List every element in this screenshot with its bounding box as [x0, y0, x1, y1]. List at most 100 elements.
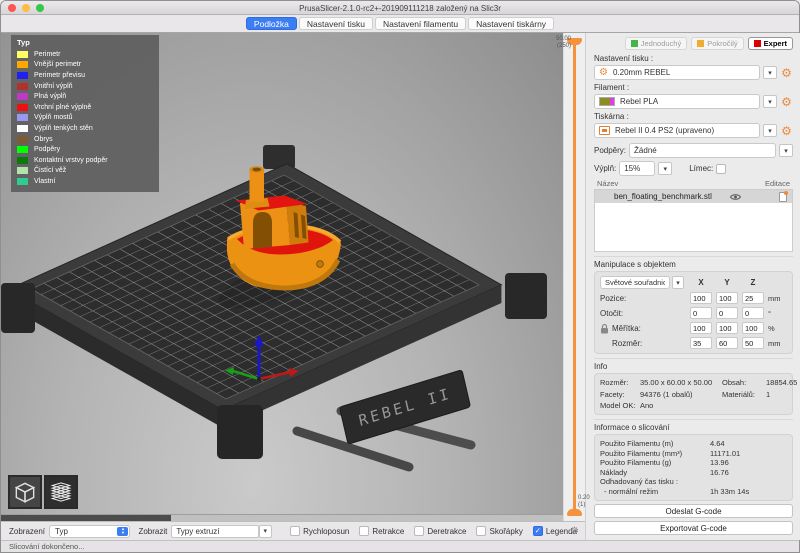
legend-item: Čistící věž	[17, 166, 153, 177]
printer-gear-button[interactable]: ⚙	[780, 125, 793, 137]
send-gcode-button[interactable]: Odeslat G-code	[594, 504, 793, 518]
unretractions-label: Deretrakce	[427, 527, 466, 536]
position-x-input[interactable]	[690, 292, 712, 304]
mode-expert-button[interactable]: Expert	[748, 37, 793, 50]
rotate-x-input[interactable]	[690, 307, 712, 319]
edit-column-header: Editace	[765, 179, 790, 188]
benchy-porthole	[317, 261, 324, 268]
color-chip	[17, 167, 28, 174]
object-list: ben_floating_benchmark.stl	[594, 189, 793, 252]
app-window: PrusaSlicer-2.1.0-rc2+-201909111218 zalo…	[0, 0, 800, 553]
scale-y-input[interactable]	[716, 322, 738, 334]
infill-label: Výplň:	[594, 164, 616, 173]
scale-x-input[interactable]	[690, 322, 712, 334]
bed-left-foot	[1, 283, 35, 333]
checkbox-shells[interactable]: ✓ Skořápky	[476, 526, 522, 536]
tab-platter[interactable]: Podložka	[246, 17, 297, 30]
position-z-input[interactable]	[742, 292, 764, 304]
tab-print-settings[interactable]: Nastavení tisku	[299, 17, 373, 30]
sliced-row: - normální režim1h 33m 14s	[600, 487, 787, 497]
scale-z-input[interactable]	[742, 322, 764, 334]
info-materials-value: 1	[766, 390, 797, 399]
retractions-checkbox[interactable]: ✓	[359, 526, 369, 536]
axis-header-y: Y	[716, 278, 738, 287]
slider-settings-icon[interactable]: ⚙	[570, 527, 579, 537]
coordinate-system-select[interactable]: Světové souřadnice	[600, 276, 670, 289]
unretractions-checkbox[interactable]: ✓	[414, 526, 424, 536]
view-type-select[interactable]: Typ ▲ ▼	[49, 525, 130, 538]
position-y-input[interactable]	[716, 292, 738, 304]
size-unit: mm	[768, 339, 784, 348]
show-features-field[interactable]: Typy extruzí	[171, 525, 258, 538]
position-unit: mm	[768, 294, 784, 303]
brim-checkbox[interactable]: ✓	[716, 164, 726, 174]
horizontal-layer-slider[interactable]	[1, 514, 563, 521]
viewport-column: REBEL II Typ Perimetr Vnější perimetr Pe…	[1, 33, 585, 540]
scale-label: Měřítka:	[612, 324, 641, 333]
print-settings-dropdown-button[interactable]: ▾	[763, 66, 777, 79]
size-z-input[interactable]	[742, 337, 764, 349]
rotate-z-input[interactable]	[742, 307, 764, 319]
filament-select[interactable]: Rebel PLA	[594, 94, 760, 109]
travel-checkbox[interactable]: ✓	[290, 526, 300, 536]
mode-expert-label: Expert	[764, 39, 787, 48]
main-tabbar: Podložka Nastavení tisku Nastavení filam…	[1, 15, 799, 33]
edit-object-icon[interactable]	[779, 192, 787, 202]
info-manifold-value: Ano	[640, 401, 722, 410]
legend-item: Vnější perimetr	[17, 60, 153, 71]
show-features-value: Typy extruzí	[176, 527, 219, 536]
color-chip	[17, 83, 28, 90]
axes-origin	[257, 377, 261, 381]
supports-dropdown-button[interactable]: ▾	[779, 144, 793, 157]
color-chip	[17, 104, 28, 111]
print-settings-select[interactable]: ⚙ 0.20mm REBEL	[594, 65, 760, 80]
coordinate-dropdown-button[interactable]: ▾	[672, 276, 684, 289]
tab-filament-settings[interactable]: Nastavení filamentu	[375, 17, 466, 30]
view-layers-button[interactable]	[44, 475, 78, 509]
scale-unit: %	[768, 324, 784, 333]
checkbox-unretractions[interactable]: ✓ Deretrakce	[414, 526, 466, 536]
filament-gear-button[interactable]: ⚙	[780, 96, 793, 108]
3d-viewport[interactable]: REBEL II Typ Perimetr Vnější perimetr Pe…	[1, 33, 563, 521]
window-title: PrusaSlicer-2.1.0-rc2+-201909111218 zalo…	[1, 4, 799, 13]
tab-printer-settings[interactable]: Nastavení tiskárny	[468, 17, 554, 30]
expert-mode-swatch	[754, 40, 761, 47]
printer-select[interactable]: Rebel II 0.4 PS2 (upraveno)	[594, 123, 760, 138]
chevron-down-icon: ▾	[768, 98, 772, 106]
color-chip	[17, 125, 28, 132]
mode-simple-button[interactable]: Jednoduchý	[625, 37, 687, 50]
legend-checkbox[interactable]: ✓	[533, 526, 543, 536]
lock-icon[interactable]	[600, 323, 609, 334]
object-row[interactable]: ben_floating_benchmark.stl	[595, 190, 792, 203]
horizontal-slider-thumb[interactable]	[1, 515, 171, 521]
print-settings-label: Nastavení tisku :	[594, 54, 793, 63]
checkbox-travel[interactable]: ✓ Rychloposun	[290, 526, 349, 536]
sliced-row: Použito Filamentu (m)4.64	[600, 439, 787, 449]
info-volume-value: 18854.65	[766, 378, 797, 387]
filament-dropdown-button[interactable]: ▾	[763, 95, 777, 108]
print-settings-gear-button[interactable]: ⚙	[780, 67, 793, 79]
shells-checkbox[interactable]: ✓	[476, 526, 486, 536]
preview-toolbar: Zobrazení Typ ▲ ▼ Zobrazit Typy extruzí …	[1, 521, 585, 540]
check-icon: ✓	[718, 165, 724, 173]
supports-select[interactable]: Žádné	[629, 143, 776, 158]
layer-slider-track[interactable]	[573, 43, 576, 513]
layer-slider-lower-handle[interactable]	[567, 509, 582, 516]
infill-select[interactable]: 15%	[619, 161, 655, 176]
travel-label: Rychloposun	[303, 527, 349, 536]
eye-icon[interactable]	[730, 193, 741, 201]
info-manifold-label: Model OK:	[600, 401, 640, 410]
export-gcode-button[interactable]: Exportovat G-code	[594, 521, 793, 535]
checkbox-retractions[interactable]: ✓ Retrakce	[359, 526, 404, 536]
color-chip	[17, 146, 28, 153]
mode-advanced-button[interactable]: Pokročilý	[691, 37, 743, 50]
legend-item: Kontaktní vrstvy podpěr	[17, 155, 153, 166]
view-3d-button[interactable]	[8, 475, 42, 509]
filament-color-swatch	[599, 97, 615, 106]
show-features-dropdown-button[interactable]: ▾	[259, 525, 273, 538]
rotate-y-input[interactable]	[716, 307, 738, 319]
infill-dropdown-button[interactable]: ▾	[658, 162, 672, 175]
printer-dropdown-button[interactable]: ▾	[763, 124, 777, 137]
size-y-input[interactable]	[716, 337, 738, 349]
size-x-input[interactable]	[690, 337, 712, 349]
